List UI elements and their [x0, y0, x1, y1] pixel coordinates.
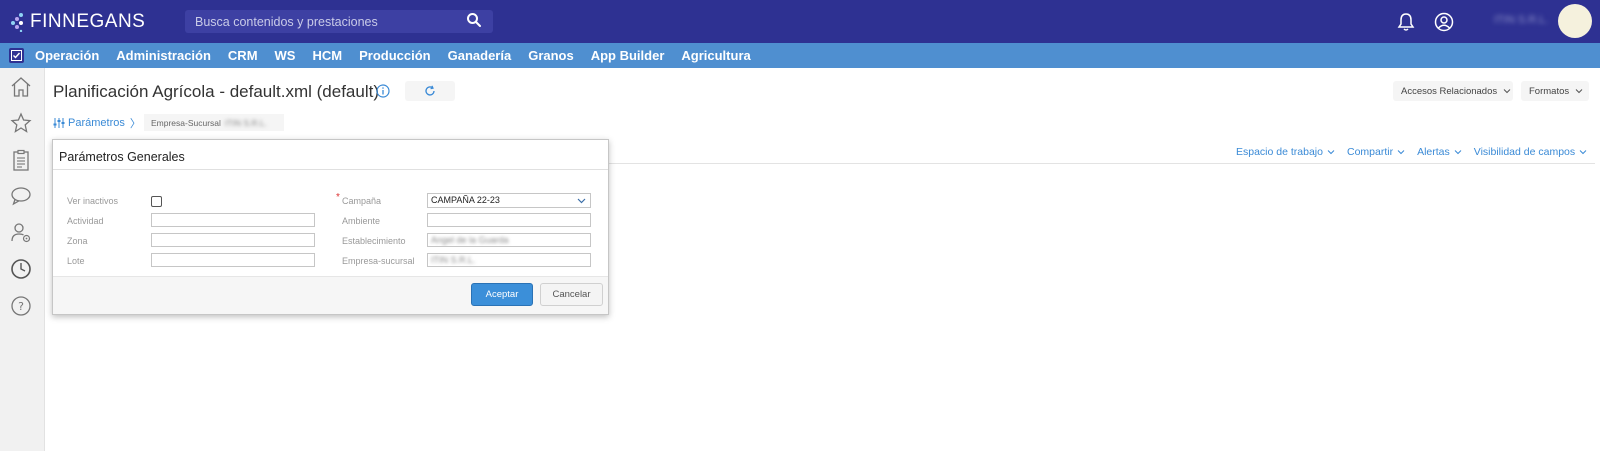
- help-icon[interactable]: ?: [10, 295, 32, 317]
- search-icon[interactable]: [466, 12, 482, 28]
- campana-label: Campaña: [342, 196, 382, 206]
- menu-item-produccion[interactable]: Producción: [359, 48, 431, 63]
- chevron-down-icon: [1454, 150, 1462, 155]
- user-name[interactable]: ITIN S.R.L.: [1494, 14, 1552, 28]
- related-access-label: Accesos Relacionados: [1401, 85, 1498, 97]
- chevron-down-icon: [1397, 150, 1405, 155]
- field-visibility-label: Visibilidad de campos: [1473, 146, 1576, 158]
- top-bar: FINNEGANS ITIN S.R.L.: [0, 0, 1600, 43]
- user-profile-icon[interactable]: [1434, 12, 1454, 32]
- dialog-footer: Aceptar Cancelar: [53, 276, 608, 314]
- svg-text:?: ?: [18, 300, 24, 313]
- parameters-link[interactable]: Parámetros 〉: [53, 116, 141, 130]
- page-title: Planificación Agrícola - default.xml (de…: [53, 82, 379, 101]
- clock-icon[interactable]: [10, 258, 32, 280]
- search-input[interactable]: [185, 10, 465, 33]
- menu-item-administracion[interactable]: Administración: [116, 48, 211, 63]
- menu-item-hcm[interactable]: HCM: [312, 48, 342, 63]
- menu-item-ws[interactable]: WS: [275, 48, 296, 63]
- lote-label: Lote: [67, 256, 85, 266]
- general-parameters-dialog: Parámetros Generales Ver inactivos Activ…: [52, 139, 609, 315]
- empresa-sucursal-value: ITIN S.R.L.: [431, 255, 476, 265]
- search-box: [185, 10, 493, 33]
- share-dropdown[interactable]: Compartir: [1347, 146, 1405, 158]
- brand-name: FINNEGANS: [30, 11, 146, 32]
- actividad-label: Actividad: [67, 216, 104, 226]
- refresh-button[interactable]: [405, 81, 455, 101]
- accept-button[interactable]: Aceptar: [471, 283, 533, 306]
- parameters-label: Parámetros: [68, 117, 125, 129]
- ambiente-input[interactable]: [427, 213, 591, 227]
- refresh-icon: [425, 85, 435, 96]
- chevron-right-icon: 〉: [129, 118, 141, 130]
- menu-items: Operación Administración CRM WS HCM Prod…: [35, 43, 751, 68]
- chevron-down-icon: [1579, 150, 1587, 155]
- menu-item-agricultura[interactable]: Agricultura: [681, 48, 750, 63]
- info-icon[interactable]: [376, 84, 390, 98]
- breadcrumb-value: ITIN S.R.L.: [224, 117, 267, 128]
- main-menu-bar: Operación Administración CRM WS HCM Prod…: [0, 43, 1600, 68]
- user-settings-icon[interactable]: [10, 221, 32, 243]
- ver-inactivos-checkbox[interactable]: [151, 196, 162, 207]
- menu-item-operacion[interactable]: Operación: [35, 48, 99, 63]
- ambiente-label: Ambiente: [342, 216, 381, 226]
- formats-label: Formatos: [1529, 85, 1570, 97]
- chevron-down-icon: [1503, 89, 1511, 94]
- campana-value: CAMPAÑA 22-23: [431, 195, 500, 205]
- establecimiento-input[interactable]: Angel de la Guarda: [427, 233, 591, 247]
- chevron-down-icon: [577, 198, 586, 204]
- formats-dropdown[interactable]: Formatos: [1521, 81, 1589, 101]
- star-icon[interactable]: [10, 112, 32, 134]
- cancel-button[interactable]: Cancelar: [540, 283, 603, 306]
- dialog-title: Parámetros Generales: [59, 150, 185, 164]
- chevron-down-icon: [1327, 150, 1335, 155]
- chat-icon[interactable]: [10, 185, 32, 207]
- finnegans-logo-icon: [11, 13, 23, 32]
- menu-item-ganaderia[interactable]: Ganadería: [448, 48, 512, 63]
- alerts-dropdown[interactable]: Alertas: [1417, 146, 1462, 158]
- zona-label: Zona: [67, 236, 88, 246]
- avatar[interactable]: [1558, 4, 1592, 38]
- share-label: Compartir: [1346, 146, 1394, 158]
- lote-input[interactable]: [151, 253, 315, 267]
- workspace-label: Espacio de trabajo: [1236, 146, 1323, 158]
- sliders-icon: [53, 118, 65, 128]
- establecimiento-label: Establecimiento: [342, 236, 406, 246]
- field-visibility-dropdown[interactable]: Visibilidad de campos: [1474, 146, 1587, 158]
- home-icon[interactable]: [10, 76, 32, 98]
- app-logo[interactable]: FINNEGANS: [10, 11, 145, 33]
- divider: [597, 163, 1595, 164]
- actividad-input[interactable]: [151, 213, 315, 227]
- ver-inactivos-label: Ver inactivos: [67, 196, 119, 206]
- alerts-label: Alertas: [1417, 146, 1450, 158]
- breadcrumb-label: Empresa-Sucursal: [151, 117, 221, 128]
- empresa-sucursal-input[interactable]: ITIN S.R.L.: [427, 253, 591, 267]
- menu-item-crm[interactable]: CRM: [228, 48, 258, 63]
- checklist-icon: [11, 50, 22, 61]
- chevron-down-icon: [1575, 89, 1583, 94]
- empresa-sucursal-label: Empresa-sucursal: [342, 256, 415, 266]
- bell-icon[interactable]: [1396, 12, 1416, 32]
- clipboard-icon[interactable]: [10, 149, 32, 171]
- sidebar: ?: [0, 68, 45, 451]
- menu-toggle-button[interactable]: [9, 48, 24, 63]
- related-access-dropdown[interactable]: Accesos Relacionados: [1393, 81, 1513, 101]
- workspace-dropdown[interactable]: Espacio de trabajo: [1236, 146, 1335, 158]
- establecimiento-value: Angel de la Guarda: [431, 235, 509, 245]
- menu-item-granos[interactable]: Granos: [528, 48, 574, 63]
- action-links: Espacio de trabajo Compartir Alertas Vis…: [1236, 145, 1587, 159]
- campana-select[interactable]: CAMPAÑA 22-23: [427, 193, 591, 208]
- menu-item-app-builder[interactable]: App Builder: [591, 48, 665, 63]
- zona-input[interactable]: [151, 233, 315, 247]
- breadcrumb: Empresa-Sucursal ITIN S.R.L.: [144, 114, 284, 131]
- dialog-divider: [53, 169, 608, 170]
- required-marker: *: [336, 192, 340, 203]
